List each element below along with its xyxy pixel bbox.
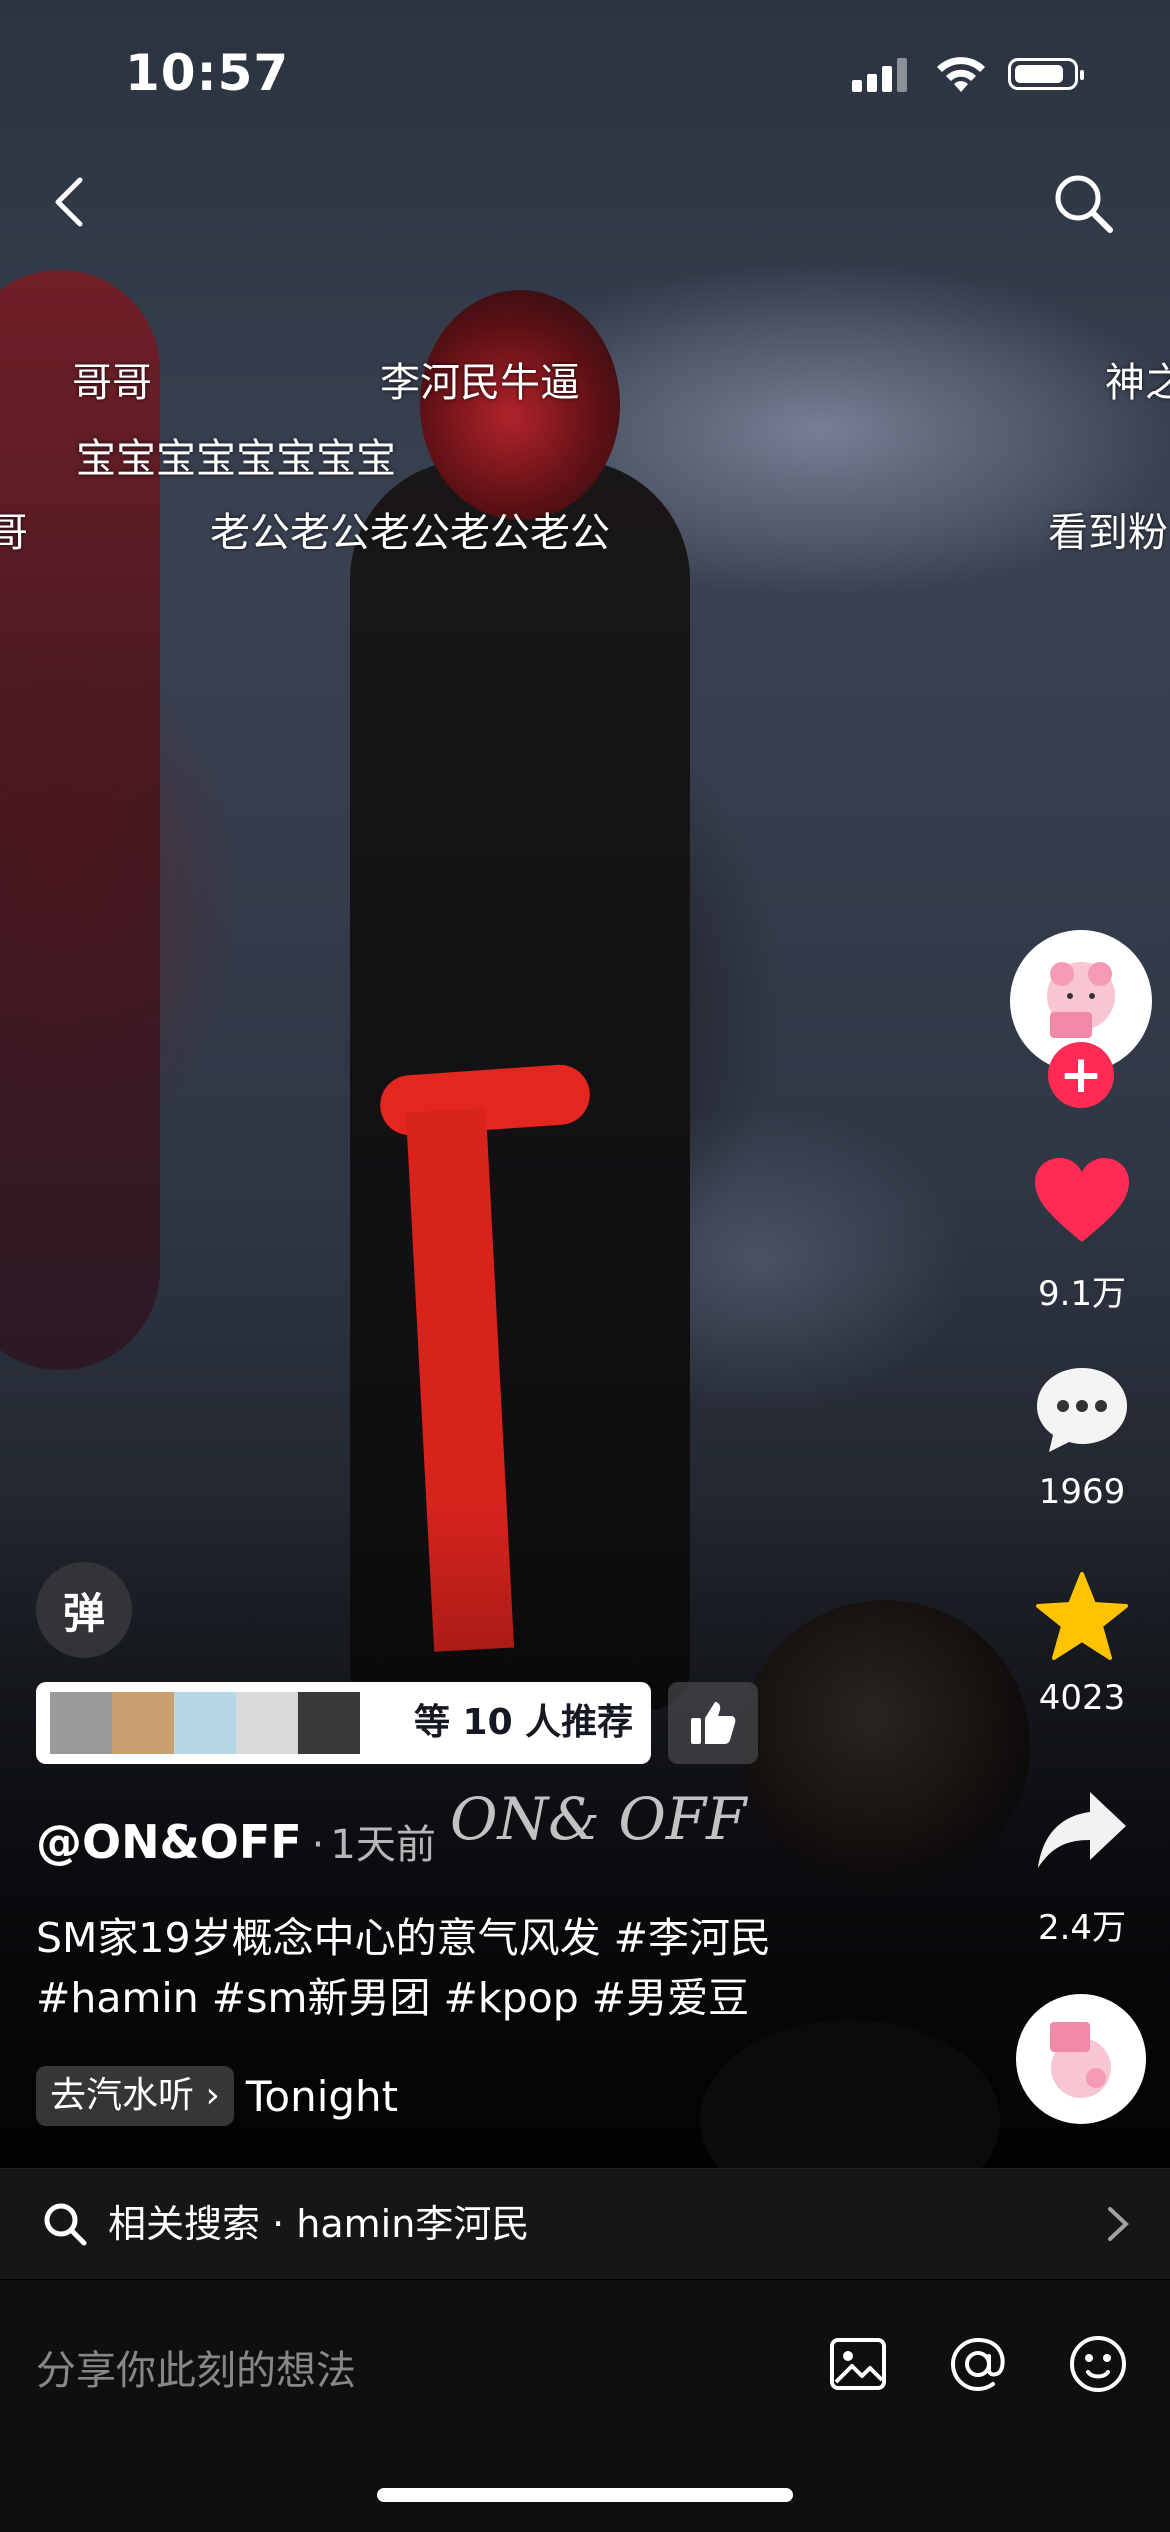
plus-icon: + bbox=[1059, 1045, 1103, 1105]
music-app-tag-label: 去汽水听 bbox=[50, 2075, 195, 2116]
separator-dot: · bbox=[311, 1822, 325, 1868]
share-icon bbox=[1038, 1792, 1126, 1868]
status-bar: 10:57 bbox=[0, 0, 1170, 150]
author-line[interactable]: @ON&OFF · 1天前 bbox=[36, 1812, 436, 1870]
post-time: 1天前 bbox=[330, 1822, 436, 1868]
danmaku-comment: 哥哥 bbox=[72, 360, 152, 406]
favorite-count: 4023 bbox=[1038, 1678, 1126, 1718]
danmaku-toggle-label: 弹 bbox=[62, 1588, 105, 1638]
star-icon bbox=[1036, 1572, 1128, 1660]
search-icon[interactable] bbox=[1050, 170, 1116, 236]
danmaku-comment: 看到粉 bbox=[1048, 510, 1168, 556]
wifi-icon bbox=[937, 57, 985, 92]
danmaku-comment: 哥 bbox=[0, 510, 28, 556]
share-count: 2.4万 bbox=[1037, 1908, 1127, 1948]
related-search-label: 相关搜索 bbox=[108, 2202, 261, 2246]
comment-input[interactable]: 分享你此刻的想法 bbox=[36, 2338, 356, 2396]
related-search-dot: · bbox=[272, 2202, 285, 2246]
music-title[interactable]: Tonight bbox=[246, 2072, 398, 2121]
back-icon[interactable] bbox=[42, 172, 102, 232]
related-search-query: hamin李河民 bbox=[296, 2202, 530, 2246]
comment-button[interactable] bbox=[1030, 1360, 1134, 1460]
battery-icon bbox=[1008, 58, 1084, 90]
danmaku-comment: 神之 bbox=[1105, 360, 1170, 406]
search-icon bbox=[44, 2203, 87, 2246]
share-button[interactable] bbox=[1030, 1780, 1134, 1880]
related-search-bar[interactable]: 相关搜索 · hamin李河民 bbox=[0, 2168, 1170, 2279]
danmaku-toggle-button[interactable]: 弹 bbox=[36, 1562, 132, 1658]
comment-icon bbox=[1037, 1368, 1127, 1452]
chevron-right-icon bbox=[1108, 2207, 1129, 2241]
thumbs-up-icon bbox=[691, 1702, 736, 1744]
status-time: 10:57 bbox=[125, 44, 290, 102]
cellular-signal-icon bbox=[852, 58, 907, 92]
recommend-pill[interactable]: 等 10 人推荐 bbox=[36, 1682, 651, 1764]
music-disc-illustration bbox=[1020, 1998, 1142, 2120]
comment-count: 1969 bbox=[1038, 1472, 1126, 1512]
video-watermark: ON& OFF bbox=[450, 1785, 747, 1853]
like-button[interactable] bbox=[1030, 1150, 1134, 1250]
danmaku-comment: 老公老公老公老公老公 bbox=[210, 510, 610, 556]
favorite-button[interactable] bbox=[1030, 1566, 1134, 1666]
recommend-text: 等 10 人推荐 bbox=[414, 1702, 634, 1743]
music-disc[interactable] bbox=[1016, 1994, 1146, 2124]
like-count: 9.1万 bbox=[1037, 1274, 1127, 1314]
image-icon[interactable] bbox=[826, 2332, 890, 2396]
author-name[interactable]: @ON&OFF bbox=[36, 1815, 302, 1869]
comment-composer: 分享你此刻的想法 bbox=[0, 2280, 1170, 2532]
audience-head bbox=[740, 1600, 1030, 1890]
chevron-right-icon: › bbox=[205, 2075, 220, 2116]
music-app-tag[interactable]: 去汽水听 › bbox=[36, 2066, 234, 2126]
heart-icon bbox=[1035, 1158, 1129, 1242]
related-search-text: 相关搜索 · hamin李河民 bbox=[108, 2169, 529, 2279]
video-description[interactable]: SM家19岁概念中心的意气风发 #李河民 #hamin #sm新男团 #kpop… bbox=[36, 1908, 916, 2028]
danmaku-comment: 李河民牛逼 bbox=[380, 360, 580, 406]
home-indicator[interactable] bbox=[377, 2488, 793, 2502]
emoji-icon[interactable] bbox=[1066, 2332, 1130, 2396]
music-row[interactable]: 去汽水听 › Tonight bbox=[36, 2066, 398, 2126]
at-icon[interactable] bbox=[946, 2332, 1010, 2396]
recommender-avatars bbox=[50, 1692, 360, 1754]
danmaku-comment: 宝宝宝宝宝宝宝宝 bbox=[76, 436, 396, 482]
follow-button[interactable]: + bbox=[1048, 1042, 1114, 1108]
recommend-button[interactable] bbox=[668, 1682, 758, 1764]
